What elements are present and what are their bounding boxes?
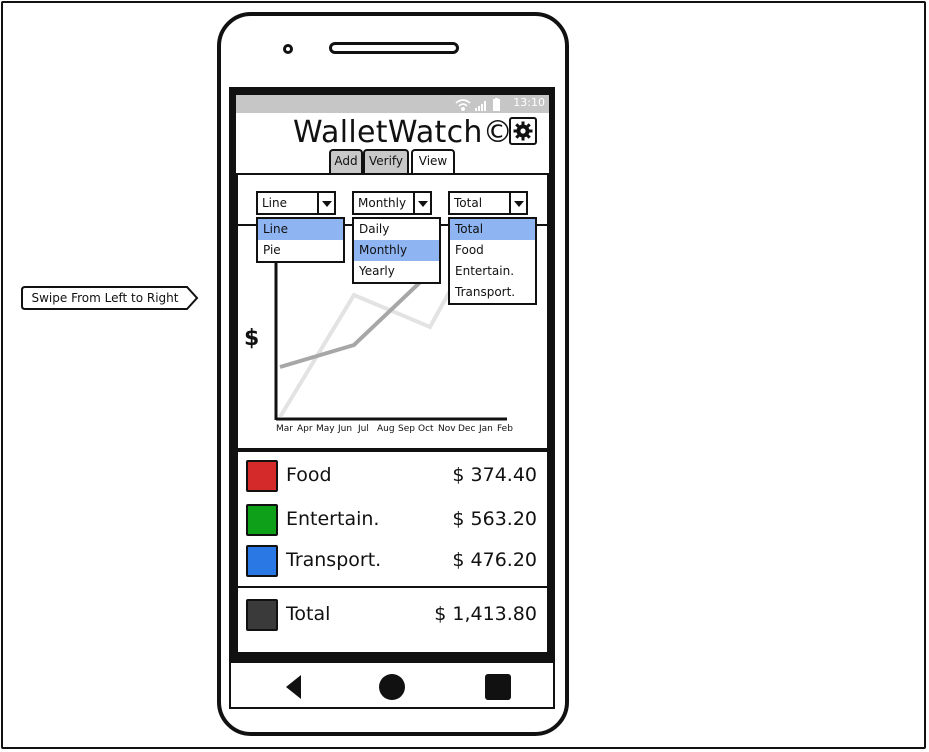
x-tick-label: Oct — [418, 424, 434, 434]
status-bar: 13:10 — [236, 95, 549, 113]
dropdown-option-line[interactable]: Line — [258, 219, 343, 240]
dropdown-option-transport[interactable]: Transport. — [450, 282, 535, 303]
color-swatch-total — [246, 599, 278, 631]
series-line-light — [278, 268, 464, 419]
app-title: WalletWatch© — [293, 115, 514, 150]
wifi-icon — [455, 99, 471, 112]
color-swatch-transport — [246, 545, 278, 577]
x-axis-tick-labels: Mar Apr May Jun Jul Aug Sep Oct Nov Dec … — [274, 424, 519, 438]
app-header: WalletWatch© Add Verify View — [236, 113, 549, 175]
total-amount: $ 1,413.80 — [434, 603, 537, 625]
back-icon[interactable] — [281, 673, 311, 701]
status-time: 13:10 — [513, 96, 545, 109]
category-label: Transport. — [286, 549, 382, 571]
tab-view[interactable]: View — [411, 149, 455, 175]
settings-button[interactable] — [509, 117, 537, 145]
period-dropdown: Daily Monthly Yearly — [352, 217, 441, 284]
x-tick-label: Feb — [497, 424, 513, 434]
summary-row-food[interactable]: Food $ 374.40 — [238, 458, 547, 494]
dropdown-option-total[interactable]: Total — [450, 219, 535, 240]
dropdown-option-monthly[interactable]: Monthly — [354, 240, 439, 261]
recents-icon[interactable] — [483, 673, 513, 701]
x-tick-label: Mar — [276, 424, 293, 434]
spending-summary: Food $ 374.40 Entertain. $ 563.20 Transp… — [236, 450, 549, 654]
dropdown-option-entertain[interactable]: Entertain. — [450, 261, 535, 282]
dropdown-option-pie[interactable]: Pie — [258, 240, 343, 261]
period-select[interactable]: Monthly — [352, 191, 432, 215]
total-divider — [238, 586, 547, 588]
x-tick-label: Sep — [398, 424, 415, 434]
x-tick-label: Jul — [358, 424, 369, 434]
status-icons-svg — [455, 98, 500, 112]
period-select-value: Monthly — [358, 196, 407, 210]
battery-icon — [493, 98, 500, 111]
chevron-down-icon[interactable] — [413, 193, 430, 213]
android-nav-bar — [229, 661, 555, 709]
x-tick-label: Dec — [458, 424, 476, 434]
x-tick-label: Jan — [479, 424, 493, 434]
category-label: Entertain. — [286, 508, 380, 530]
chart-type-select[interactable]: Line — [256, 191, 336, 215]
camera-icon — [283, 44, 293, 54]
tab-add[interactable]: Add — [329, 149, 363, 173]
category-select-value: Total — [454, 196, 483, 210]
signal-icon — [475, 101, 486, 111]
x-tick-label: May — [316, 424, 335, 434]
speaker-grille — [329, 42, 459, 54]
summary-row-entertain[interactable]: Entertain. $ 563.20 — [238, 502, 547, 538]
tab-verify[interactable]: Verify — [363, 149, 409, 173]
category-dropdown: Total Food Entertain. Transport. — [448, 217, 537, 305]
home-icon[interactable] — [377, 673, 407, 701]
category-amount: $ 563.20 — [452, 508, 537, 530]
category-amount: $ 374.40 — [452, 464, 537, 486]
line-chart — [236, 173, 549, 454]
category-select[interactable]: Total — [448, 191, 528, 215]
gear-icon — [513, 121, 533, 141]
swipe-hint-callout: Swipe From Left to Right — [21, 286, 199, 310]
color-swatch-entertain — [246, 504, 278, 536]
chart-type-dropdown: Line Pie — [256, 217, 345, 263]
summary-row-transport[interactable]: Transport. $ 476.20 — [238, 543, 547, 579]
total-label: Total — [286, 603, 331, 625]
category-amount: $ 476.20 — [452, 549, 537, 571]
x-tick-label: Apr — [297, 424, 313, 434]
x-tick-label: Nov — [438, 424, 456, 434]
x-tick-label: Aug — [377, 424, 395, 434]
category-label: Food — [286, 464, 332, 486]
dropdown-option-food[interactable]: Food — [450, 240, 535, 261]
x-tick-label: Jun — [338, 424, 353, 434]
chart-type-select-value: Line — [262, 196, 288, 210]
chevron-down-icon[interactable] — [509, 193, 526, 213]
y-axis-label: $ — [244, 326, 260, 351]
dropdown-option-daily[interactable]: Daily — [354, 219, 439, 240]
summary-row-total: Total $ 1,413.80 — [238, 597, 547, 633]
swipe-hint-label: Swipe From Left to Right — [31, 291, 179, 305]
dropdown-option-yearly[interactable]: Yearly — [354, 261, 439, 282]
color-swatch-food — [246, 460, 278, 492]
chevron-down-icon[interactable] — [317, 193, 334, 213]
